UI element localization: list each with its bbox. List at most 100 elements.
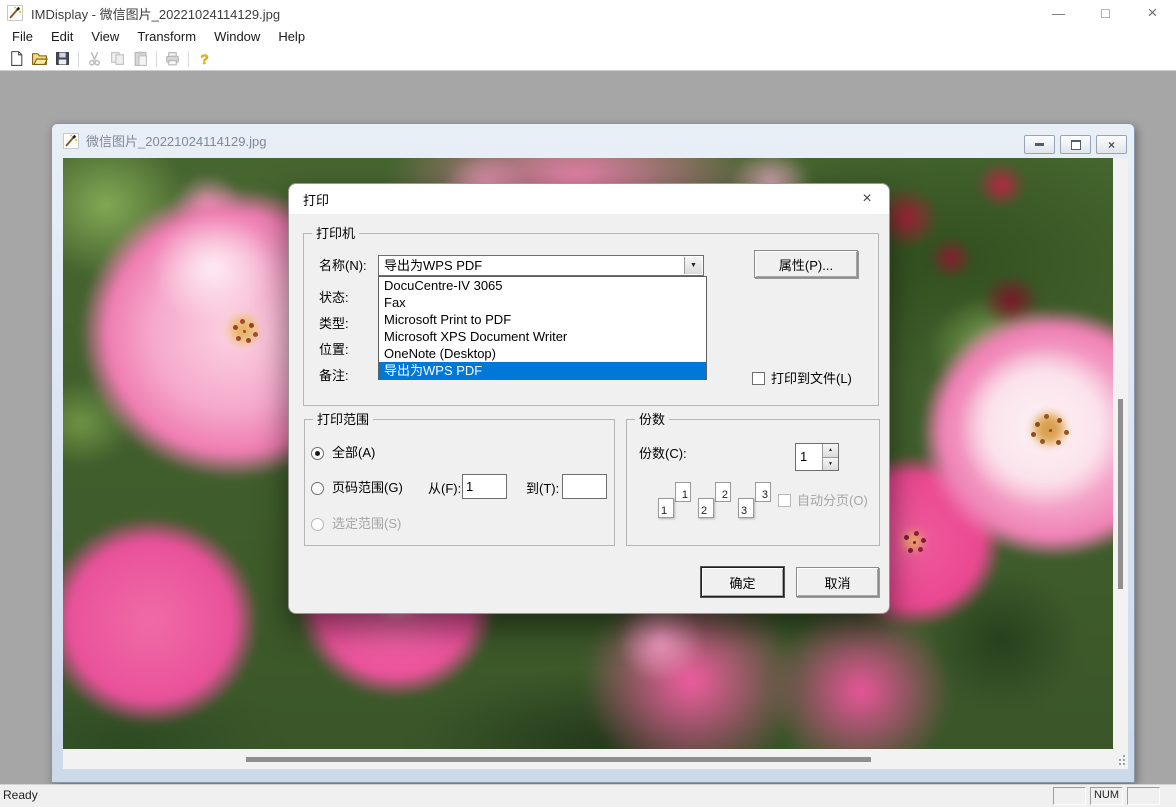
image-window-restore-button[interactable] [1060, 135, 1091, 154]
checkbox-box[interactable] [752, 372, 765, 385]
radio-button[interactable] [311, 482, 324, 495]
copy-button [106, 48, 129, 69]
print-button [161, 48, 184, 69]
copies-value: 1 [800, 449, 807, 464]
horizontal-scrollbar-thumb[interactable] [246, 757, 871, 762]
maximize-icon: □ [1101, 6, 1109, 20]
printer-option[interactable]: Fax [379, 294, 706, 311]
image-window-icon [63, 133, 79, 149]
app-icon [7, 5, 23, 21]
toolbar: ? [0, 47, 1176, 71]
from-page-input[interactable] [462, 474, 507, 499]
page-icon: 3 [738, 498, 754, 518]
printer-combobox[interactable]: 导出为WPS PDF ▼ [378, 255, 704, 276]
help-icon: ? [200, 51, 209, 67]
dialog-close-icon: × [862, 190, 871, 208]
collate-pair: 3 3 [738, 482, 771, 518]
print-range-legend: 打印范围 [313, 412, 373, 427]
maximize-button[interactable]: □ [1082, 0, 1129, 26]
page-icon: 3 [755, 482, 771, 502]
collate-pair: 1 1 [658, 482, 691, 518]
menu-bar: File Edit View Transform Window Help [0, 26, 1176, 47]
vertical-scrollbar-thumb[interactable] [1118, 399, 1123, 589]
toolbar-separator [78, 51, 79, 67]
menu-edit[interactable]: Edit [42, 27, 82, 46]
status-cell-num: NUM [1090, 787, 1123, 805]
cut-icon [86, 50, 103, 67]
status-cells: NUM [1053, 787, 1160, 805]
spin-up-button[interactable]: ▲ [823, 444, 838, 458]
chevron-down-icon: ▼ [690, 256, 697, 275]
printer-location-label: 位置: [319, 342, 349, 357]
selection-radio: 选定范围(S) [311, 517, 401, 531]
menu-help[interactable]: Help [269, 27, 314, 46]
print-dialog-titlebar[interactable]: 打印 × [289, 184, 889, 214]
print-dialog-title: 打印 [303, 190, 329, 209]
copies-legend: 份数 [635, 412, 669, 427]
printer-status-label: 状态: [319, 290, 349, 305]
spin-down-button[interactable]: ▼ [823, 458, 838, 471]
printer-option[interactable]: OneNote (Desktop) [379, 345, 706, 362]
checkbox-box [778, 494, 791, 507]
combobox-dropdown-button[interactable]: ▼ [684, 257, 702, 274]
printer-option[interactable]: DocuCentre-IV 3065 [379, 277, 706, 294]
menu-window[interactable]: Window [205, 27, 269, 46]
printer-option[interactable]: Microsoft Print to PDF [379, 311, 706, 328]
help-button[interactable]: ? [193, 48, 216, 69]
child-close-icon: × [1108, 139, 1115, 151]
print-dialog-close-button[interactable]: × [845, 184, 889, 214]
child-minimize-icon [1035, 143, 1044, 146]
window-title: IMDisplay - 微信图片_20221024114129.jpg [31, 4, 280, 23]
flower-stamen [243, 330, 246, 333]
status-cell-empty [1053, 787, 1086, 805]
image-window-close-button[interactable]: × [1096, 135, 1127, 154]
image-window-titlebar[interactable]: 微信图片_20221024114129.jpg × [52, 124, 1134, 157]
page-range-radio[interactable]: 页码范围(G) [311, 481, 403, 495]
page-icon: 1 [658, 498, 674, 518]
close-icon: × [1148, 3, 1158, 23]
copies-label: 份数(C): [639, 446, 687, 461]
menu-file[interactable]: File [3, 27, 42, 46]
printer-option[interactable]: Microsoft XPS Document Writer [379, 328, 706, 345]
printer-group-legend: 打印机 [312, 226, 359, 241]
status-bar: Ready NUM [0, 784, 1176, 807]
menu-view[interactable]: View [82, 27, 128, 46]
save-button[interactable] [51, 48, 74, 69]
printer-dropdown-list: DocuCentre-IV 3065 Fax Microsoft Print t… [378, 276, 707, 380]
spinner-buttons: ▲ ▼ [822, 444, 838, 470]
minimize-button[interactable]: — [1035, 0, 1082, 26]
radio-button [311, 518, 324, 531]
all-pages-radio[interactable]: 全部(A) [311, 446, 375, 460]
properties-button[interactable]: 属性(P)... [754, 250, 858, 278]
resize-grip[interactable] [1123, 755, 1125, 757]
toolbar-separator [156, 51, 157, 67]
open-folder-icon [31, 50, 48, 67]
minimize-icon: — [1052, 6, 1065, 21]
to-page-input[interactable] [562, 474, 607, 499]
print-dialog: 打印 × 打印机 名称(N): 导出为WPS PDF ▼ DocuCentre-… [288, 183, 890, 614]
flower-stamen [1049, 429, 1052, 432]
new-document-button[interactable] [5, 48, 28, 69]
page-icon: 2 [715, 482, 731, 502]
window-controls: — □ × [1035, 0, 1176, 26]
open-button[interactable] [28, 48, 51, 69]
menu-transform[interactable]: Transform [128, 27, 205, 46]
print-to-file-checkbox[interactable]: 打印到文件(L) [752, 372, 852, 385]
window-titlebar: IMDisplay - 微信图片_20221024114129.jpg — □ … [0, 0, 1176, 26]
image-window-minimize-button[interactable] [1024, 135, 1055, 154]
copies-spinner[interactable]: 1 ▲ ▼ [795, 443, 839, 471]
printer-option-selected[interactable]: 导出为WPS PDF [379, 362, 706, 379]
image-window-controls: × [1024, 135, 1127, 154]
printer-type-label: 类型: [319, 316, 349, 331]
radio-button[interactable] [311, 447, 324, 460]
spin-up-icon: ▲ [828, 447, 833, 453]
vertical-scrollbar[interactable] [1113, 158, 1128, 749]
collate-pair: 2 2 [698, 482, 731, 518]
cancel-button[interactable]: 取消 [796, 567, 879, 597]
ok-button[interactable]: 确定 [701, 567, 784, 597]
imdisplay-window: IMDisplay - 微信图片_20221024114129.jpg — □ … [0, 0, 1176, 795]
printer-name-label: 名称(N): [319, 258, 367, 273]
horizontal-scrollbar[interactable] [63, 749, 1128, 769]
child-restore-icon [1071, 140, 1081, 150]
close-button[interactable]: × [1129, 0, 1176, 26]
